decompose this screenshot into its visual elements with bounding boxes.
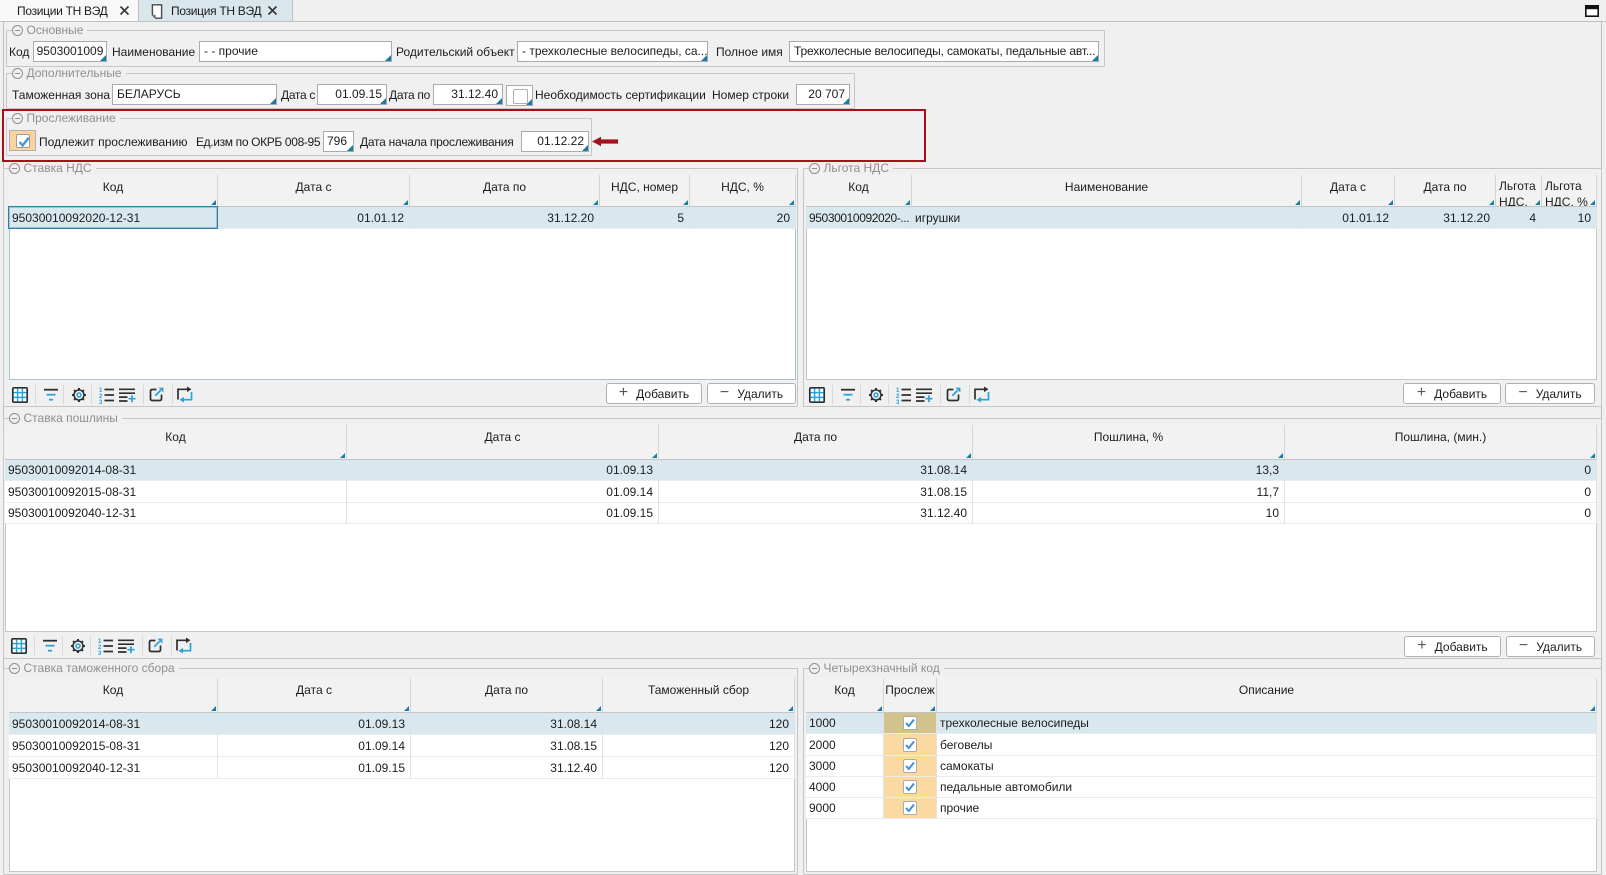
svg-text:3: 3: [896, 400, 900, 404]
svg-text:3: 3: [98, 651, 102, 655]
svg-text:3: 3: [99, 400, 103, 404]
